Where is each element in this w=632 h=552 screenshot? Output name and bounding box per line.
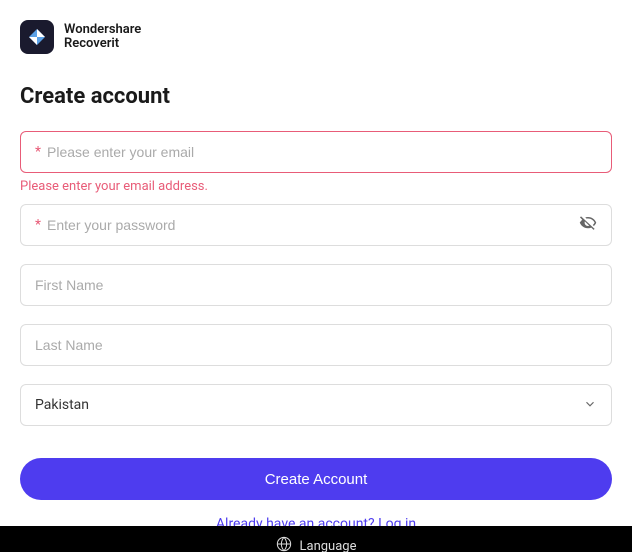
globe-icon [276, 536, 292, 552]
last-name-input[interactable] [35, 325, 597, 365]
page-title: Create account [0, 64, 632, 131]
toggle-password-visibility-icon[interactable] [579, 214, 597, 236]
brand-line1: Wondershare [64, 23, 141, 37]
brand-text: Wondershare Recoverit [64, 23, 141, 52]
email-input[interactable] [47, 132, 597, 172]
brand-line2: Recoverit [64, 37, 141, 51]
country-selected-value: Pakistan [35, 397, 583, 413]
logo-diamond-icon [27, 27, 47, 47]
email-field-wrap: * [20, 131, 612, 173]
first-name-field-wrap [20, 264, 612, 306]
first-name-input[interactable] [35, 265, 597, 305]
required-mark: * [35, 217, 41, 233]
chevron-down-icon [583, 396, 597, 415]
required-mark: * [35, 144, 41, 160]
header: Wondershare Recoverit [0, 0, 632, 64]
country-select[interactable]: Pakistan [20, 384, 612, 426]
password-field-wrap: * [20, 204, 612, 246]
brand-logo-icon [20, 20, 54, 54]
email-error-message: Please enter your email address. [20, 179, 612, 194]
last-name-field-wrap [20, 324, 612, 366]
signup-form: * Please enter your email address. * Pak… [0, 131, 632, 532]
footer-bar: Language [0, 526, 632, 552]
create-account-button[interactable]: Create Account [20, 458, 612, 500]
password-input[interactable] [47, 205, 579, 245]
language-label[interactable]: Language [300, 539, 357, 552]
